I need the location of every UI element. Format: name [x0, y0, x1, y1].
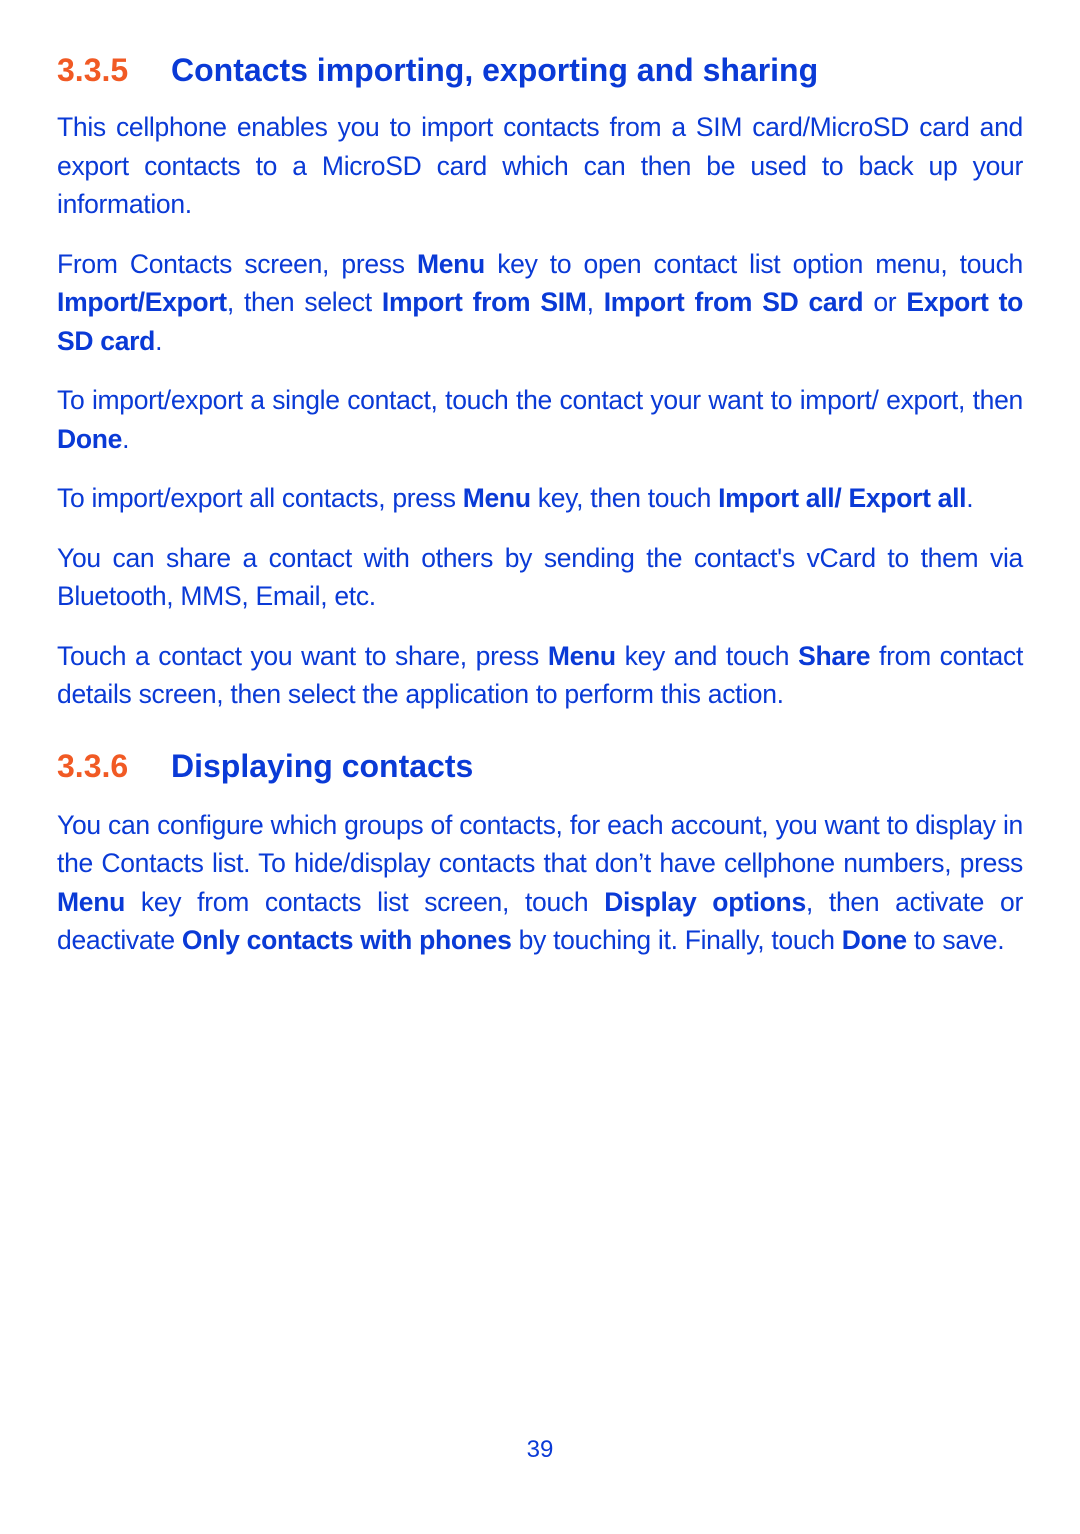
paragraph: From Contacts screen, press Menu key to …	[57, 245, 1023, 361]
bold-term: Share	[798, 640, 871, 671]
bold-term: Import from SIM	[381, 287, 587, 317]
text-run: , then select	[226, 287, 382, 317]
paragraph: You can configure which groups of contac…	[57, 806, 1023, 960]
bold-term: Menu	[547, 640, 616, 671]
text-run: To import/export a single contact, touch…	[57, 385, 1023, 415]
bold-term: Menu	[462, 483, 531, 513]
paragraph: This cellphone enables you to import con…	[57, 108, 1023, 224]
text-run: key from contacts list screen, touch	[125, 886, 605, 917]
bold-term: Done	[841, 925, 907, 955]
manual-page: 3.3.5 Contacts importing, exporting and …	[57, 48, 1023, 960]
paragraph: You can share a contact with others by s…	[57, 539, 1023, 616]
section-title: Displaying contacts	[171, 747, 474, 784]
section-body-3-3-5: This cellphone enables you to import con…	[57, 108, 1023, 714]
section-heading-3-3-6: 3.3.6 Displaying contacts	[57, 744, 1023, 788]
paragraph: Touch a contact you want to share, press…	[57, 637, 1023, 714]
text-run: .	[155, 325, 163, 356]
text-run: ,	[586, 287, 604, 317]
text-run: or	[863, 287, 907, 317]
text-run: You can share a contact with others by s…	[57, 542, 1023, 612]
section-number: 3.3.6	[57, 747, 129, 784]
page-number: 39	[526, 1436, 554, 1463]
paragraph: To import/export all contacts, press Men…	[57, 479, 1023, 518]
text-run: to save.	[906, 925, 1005, 955]
text-run: key, then touch	[530, 483, 719, 513]
bold-term: Display options	[604, 886, 806, 917]
section-title: Contacts importing, exporting and sharin…	[171, 52, 819, 88]
section-heading-3-3-5: 3.3.5 Contacts importing, exporting and …	[57, 48, 1023, 92]
text-run: Touch a contact you want to share, press	[57, 640, 548, 671]
bold-term: Import all/ Export all	[718, 483, 967, 513]
bold-term: Only contacts with phones	[181, 925, 512, 955]
section-number: 3.3.5	[57, 52, 129, 88]
paragraph: To import/export a single contact, touch…	[57, 381, 1023, 458]
text-run: .	[122, 423, 130, 454]
bold-term: Menu	[57, 886, 125, 917]
text-run: key and touch	[615, 640, 799, 671]
bold-term: Import from SD card	[603, 287, 864, 317]
text-run: key to open contact list option menu, to…	[484, 248, 1023, 279]
text-run: You can configure which groups of contac…	[57, 809, 1023, 879]
text-run: by touching it. Finally, touch	[511, 925, 842, 955]
bold-term: Done	[57, 423, 123, 454]
section-body-3-3-6: You can configure which groups of contac…	[57, 806, 1023, 960]
text-run: From Contacts screen, press	[57, 248, 417, 279]
text-run: .	[966, 483, 974, 513]
text-run: To import/export all contacts, press	[57, 483, 463, 513]
text-run: This cellphone enables you to import con…	[57, 112, 1023, 219]
bold-term: Menu	[416, 248, 485, 279]
bold-term: Import/Export	[57, 287, 227, 317]
